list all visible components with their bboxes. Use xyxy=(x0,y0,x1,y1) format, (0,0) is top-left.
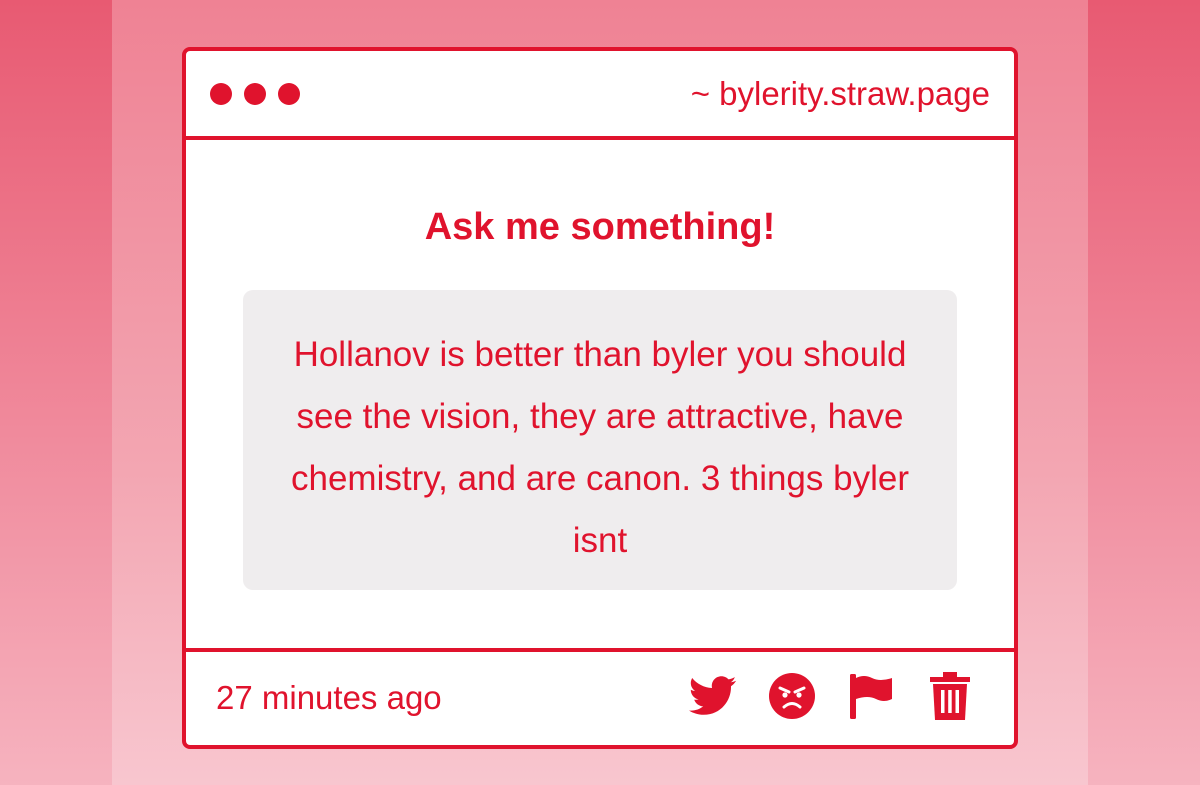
question-text: Hollanov is better than byler you should… xyxy=(243,290,957,590)
flag-icon[interactable] xyxy=(847,672,895,720)
page-url[interactable]: ~ bylerity.straw.page xyxy=(691,74,990,114)
action-bar xyxy=(689,672,974,720)
window-footer: 27 minutes ago xyxy=(186,648,1014,745)
window-controls xyxy=(210,83,300,105)
twitter-share-icon[interactable] xyxy=(689,672,737,720)
window-titlebar: ~ bylerity.straw.page xyxy=(186,51,1014,140)
window-dot-3 xyxy=(278,83,300,105)
ask-content: Ask me something! Hollanov is better tha… xyxy=(186,140,1014,648)
page-title: Ask me something! xyxy=(424,206,776,248)
window-dot-1 xyxy=(210,83,232,105)
ask-window: ~ bylerity.straw.page Ask me something! … xyxy=(182,47,1018,749)
window-dot-2 xyxy=(244,83,266,105)
angry-face-icon[interactable] xyxy=(768,672,816,720)
trash-icon[interactable] xyxy=(926,672,974,720)
timestamp: 27 minutes ago xyxy=(216,679,442,716)
